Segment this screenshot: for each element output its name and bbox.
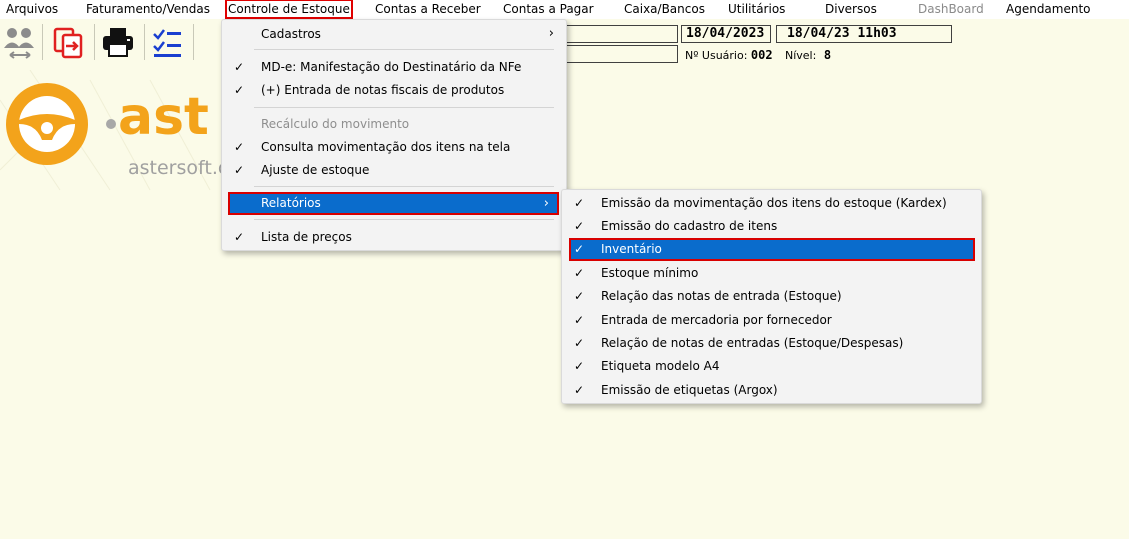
menu-item-relatorios[interactable]: Relatórios › (228, 192, 559, 215)
menu-controle-de-estoque[interactable]: Controle de Estoque (225, 0, 353, 19)
submenu-item-notas-despesas[interactable]: ✓ Relação de notas de entradas (Estoque/… (566, 333, 977, 353)
menu-contas-a-receber[interactable]: Contas a Receber (375, 2, 481, 16)
submenu-item-notas-entrada[interactable]: ✓ Relação das notas de entrada (Estoque) (566, 286, 977, 306)
datetime-field: 18/04/23 11h03 (776, 25, 952, 43)
submenu-item-etiquetas-argox[interactable]: ✓ Emissão de etiquetas (Argox) (566, 380, 977, 400)
submenu-item-entrada-fornecedor[interactable]: ✓ Entrada de mercadoria por fornecedor (566, 310, 977, 330)
menu-separator (254, 219, 554, 220)
menu-item-label: Lista de preços (261, 230, 352, 244)
menu-item-ajuste-estoque[interactable]: ✓ Ajuste de estoque (226, 160, 562, 180)
submenu-item-etiqueta-a4[interactable]: ✓ Etiqueta modelo A4 (566, 356, 977, 376)
menu-item-lista-precos[interactable]: ✓ Lista de preços (226, 227, 562, 247)
menu-item-consulta-movimentacao[interactable]: ✓ Consulta movimentação dos itens na tel… (226, 137, 562, 157)
menu-dashboard[interactable]: DashBoard (918, 2, 984, 16)
menu-item-label: Consulta movimentação dos itens na tela (261, 140, 511, 154)
check-icon: ✓ (233, 60, 245, 74)
level-value: 8 (823, 48, 832, 62)
menu-item-label: Etiqueta modelo A4 (601, 359, 720, 373)
menu-utilitarios[interactable]: Utilitários (728, 2, 785, 16)
menu-faturamento-vendas[interactable]: Faturamento/Vendas (86, 2, 210, 16)
submenu-arrow-icon: › (543, 196, 549, 211)
exit-app-icon[interactable] (50, 24, 86, 60)
menu-item-cadastros[interactable]: Cadastros › (226, 24, 562, 44)
submenu-item-estoque-minimo[interactable]: ✓ Estoque mínimo (566, 263, 977, 283)
menu-item-label: Relatórios (261, 196, 321, 210)
check-icon: ✓ (573, 289, 585, 303)
user-value: 002 (750, 48, 773, 62)
toolbar-separator (94, 24, 95, 60)
check-icon: ✓ (233, 83, 245, 97)
company-field-2 (560, 45, 678, 63)
menu-item-label: Inventário (601, 242, 662, 256)
check-icon: ✓ (233, 230, 245, 244)
menu-contas-a-pagar[interactable]: Contas a Pagar (503, 2, 594, 16)
menu-item-label: Emissão do cadastro de itens (601, 219, 778, 233)
menubar: Arquivos Faturamento/Vendas Controle de … (0, 0, 1129, 19)
user-label: Nº Usuário: (685, 49, 748, 62)
submenu-item-inventario[interactable]: ✓ Inventário (569, 238, 975, 261)
menu-item-label: Estoque mínimo (601, 266, 699, 280)
user-info: Nº Usuário: 002 (685, 48, 773, 63)
check-icon: ✓ (573, 219, 585, 233)
check-icon: ✓ (573, 196, 585, 210)
check-icon: ✓ (573, 266, 585, 280)
toolbar-separator (144, 24, 145, 60)
submenu-item-kardex[interactable]: ✓ Emissão da movimentação dos itens do e… (566, 193, 977, 213)
menu-item-label: (+) Entrada de notas fiscais de produtos (261, 83, 505, 97)
company-field (560, 25, 678, 43)
menu-separator (254, 186, 554, 187)
date-field: 18/04/2023 (681, 25, 771, 43)
check-icon: ✓ (233, 140, 245, 154)
users-icon[interactable] (2, 24, 38, 60)
menu-item-entrada-notas[interactable]: ✓ (+) Entrada de notas fiscais de produt… (226, 80, 562, 100)
menu-item-label: Cadastros (261, 27, 321, 41)
menu-item-label: Entrada de mercadoria por fornecedor (601, 313, 832, 327)
check-icon: ✓ (233, 163, 245, 177)
check-icon: ✓ (573, 359, 585, 373)
menu-item-recalculo[interactable]: Recálculo do movimento (226, 114, 562, 134)
menu-arquivos[interactable]: Arquivos (6, 2, 58, 16)
menu-caixa-bancos[interactable]: Caixa/Bancos (624, 2, 705, 16)
menu-item-label: Relação de notas de entradas (Estoque/De… (601, 336, 904, 350)
toolbar (0, 20, 215, 64)
menu-diversos[interactable]: Diversos (825, 2, 877, 16)
check-icon: ✓ (573, 336, 585, 350)
menu-separator (254, 49, 554, 50)
logo-site: astersoft.c (128, 157, 229, 179)
toolbar-separator (193, 24, 194, 60)
menu-item-label: Emissão de etiquetas (Argox) (601, 383, 778, 397)
menu-item-label: MD-e: Manifestação do Destinatário da NF… (261, 60, 522, 74)
check-icon: ✓ (573, 242, 585, 256)
menu-item-label: Emissão da movimentação dos itens do est… (601, 196, 947, 210)
check-icon: ✓ (573, 313, 585, 327)
submenu-item-cadastro-itens[interactable]: ✓ Emissão do cadastro de itens (566, 216, 977, 236)
menu-item-label: Ajuste de estoque (261, 163, 370, 177)
printer-icon[interactable] (100, 24, 136, 60)
submenu-arrow-icon: › (548, 26, 554, 41)
toolbar-separator (42, 24, 43, 60)
logo-wordmark: ast (118, 87, 209, 147)
level-label: Nível: (785, 49, 817, 62)
menu-item-label: Relação das notas de entrada (Estoque) (601, 289, 842, 303)
check-icon: ✓ (573, 383, 585, 397)
relatorios-submenu: ✓ Emissão da movimentação dos itens do e… (561, 189, 982, 404)
checklist-icon[interactable] (150, 24, 186, 60)
level-info: Nível: 8 (785, 48, 831, 63)
menu-item-mde-manifestacao[interactable]: ✓ MD-e: Manifestação do Destinatário da … (226, 57, 562, 77)
menu-item-label: Recálculo do movimento (261, 117, 410, 131)
menu-separator (254, 107, 554, 108)
menu-agendamento[interactable]: Agendamento (1006, 2, 1091, 16)
estoque-menu: Cadastros › ✓ MD-e: Manifestação do Dest… (221, 19, 567, 251)
